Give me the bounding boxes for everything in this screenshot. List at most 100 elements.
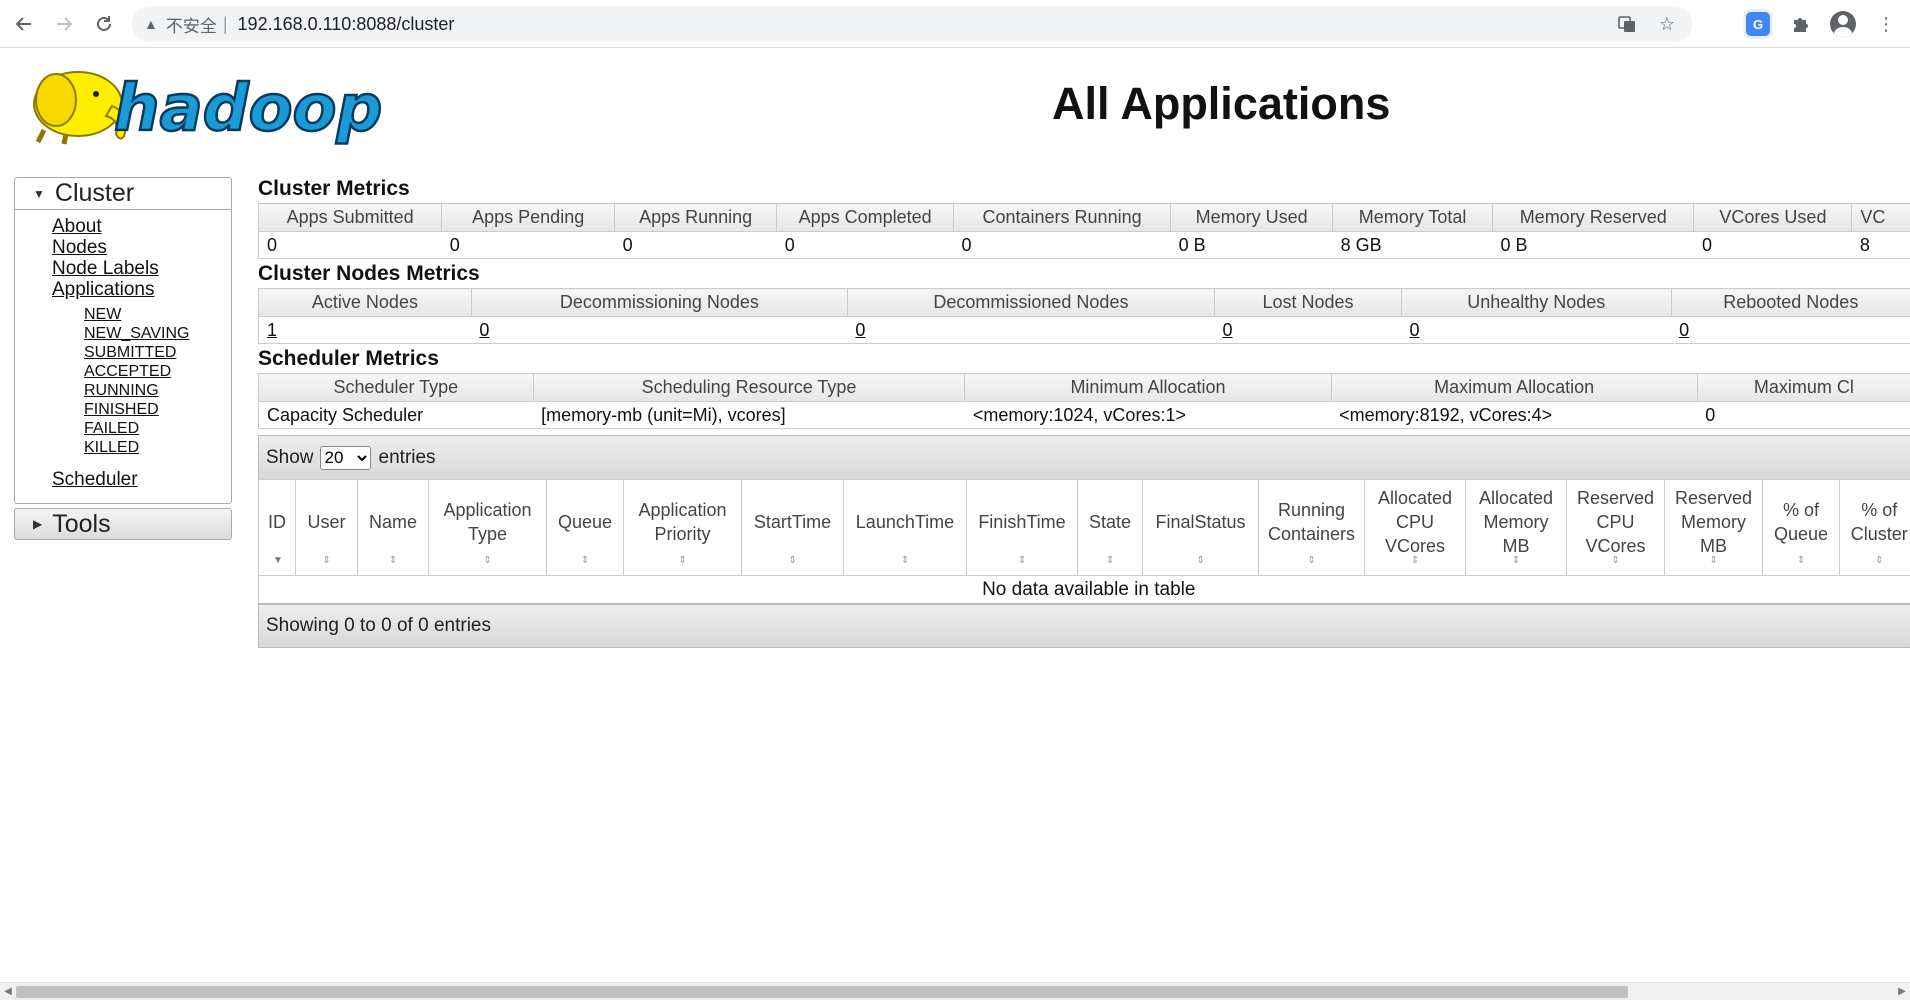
logo-wordmark: hadoop xyxy=(114,72,382,146)
nav-link-applications[interactable]: Applications xyxy=(15,279,231,300)
cluster-nav-panel: ▼ Cluster About Nodes Node Labels Applic… xyxy=(14,177,232,504)
col-apps-pending: Apps Pending xyxy=(441,203,616,232)
col-header-label: Application Type xyxy=(443,499,532,544)
nav-link-state-accepted[interactable]: ACCEPTED xyxy=(15,362,231,381)
scroll-right-icon[interactable]: ▶ xyxy=(1895,985,1909,999)
col-header-name[interactable]: Name ⇕ xyxy=(357,479,429,576)
url-text[interactable]: 192.168.0.110:8088/cluster xyxy=(238,14,455,35)
warning-icon: ▲ xyxy=(144,16,158,32)
link-decommissioned-nodes[interactable]: 0 xyxy=(855,320,865,340)
nav-link-state-failed[interactable]: FAILED xyxy=(15,419,231,438)
reload-button[interactable] xyxy=(84,4,124,44)
col-header-reserved-cpu-vcores[interactable]: Reserved CPU VCores ⇕ xyxy=(1566,479,1665,576)
value-memory-used: 0 B xyxy=(1170,231,1333,259)
bookmark-star-icon[interactable]: ☆ xyxy=(1656,13,1678,35)
nav-link-scheduler[interactable]: Scheduler xyxy=(15,469,231,490)
value-apps-pending: 0 xyxy=(441,231,615,259)
cluster-nav-header[interactable]: ▼ Cluster xyxy=(15,178,231,210)
sort-both-icon: ⇕ xyxy=(322,555,331,566)
value-apps-completed: 0 xyxy=(776,231,954,259)
col-header-allocated-memory-mb[interactable]: Allocated Memory MB ⇕ xyxy=(1465,479,1567,576)
col-header-running-containers[interactable]: Running Containers ⇕ xyxy=(1258,479,1365,576)
col-apps-submitted: Apps Submitted xyxy=(257,203,443,232)
scrollbar-thumb[interactable] xyxy=(16,986,1628,998)
sort-both-icon: ⇕ xyxy=(1411,555,1420,566)
col-header-allocated-cpu-vcores[interactable]: Allocated CPU VCores ⇕ xyxy=(1364,479,1466,576)
col-header-percent-of-cluster[interactable]: % of Cluster ⇕ xyxy=(1839,479,1910,576)
empty-table-message: No data available in table xyxy=(258,575,1910,604)
applications-table: ID ▼ User ⇕ Name ⇕ Application Type ⇕ Queue ⇕… xyxy=(258,479,1910,604)
col-header-label: Application Priority xyxy=(638,499,727,544)
link-rebooted-nodes[interactable]: 0 xyxy=(1679,320,1689,340)
main-content: Cluster Metrics Apps Submitted Apps Pend… xyxy=(257,175,1910,648)
forward-button[interactable] xyxy=(44,4,84,44)
col-memory-used: Memory Used xyxy=(1170,203,1334,232)
link-decommissioning-nodes[interactable]: 0 xyxy=(479,320,489,340)
col-header-label: FinishTime xyxy=(978,511,1066,532)
nav-link-state-finished[interactable]: FINISHED xyxy=(15,400,231,419)
triangle-right-icon: ▶ xyxy=(33,517,43,531)
col-header-user[interactable]: User ⇕ xyxy=(295,479,358,576)
col-header-queue[interactable]: Queue ⇕ xyxy=(546,479,624,576)
col-apps-running: Apps Running xyxy=(614,203,778,232)
col-minimum-allocation: Minimum Allocation xyxy=(964,373,1332,402)
nav-link-nodes[interactable]: Nodes xyxy=(15,237,231,258)
nav-link-node-labels[interactable]: Node Labels xyxy=(15,258,231,279)
col-header-label: LaunchTime xyxy=(855,511,955,532)
scroll-left-icon[interactable]: ◀ xyxy=(1,985,15,999)
link-active-nodes[interactable]: 1 xyxy=(267,320,277,340)
horizontal-scrollbar[interactable]: ◀ ▶ xyxy=(0,982,1910,1000)
sort-both-icon: ⇕ xyxy=(1797,555,1806,566)
nav-link-state-new[interactable]: NEW xyxy=(15,305,231,324)
profile-avatar-icon[interactable] xyxy=(1830,11,1856,37)
address-bar[interactable]: ▲ 不安全 | 192.168.0.110:8088/cluster ☆ xyxy=(132,6,1692,42)
nav-link-about[interactable]: About xyxy=(15,216,231,237)
translate-page-icon[interactable] xyxy=(1616,13,1638,35)
col-header-label: User xyxy=(307,511,346,532)
tools-nav-label: Tools xyxy=(52,509,111,538)
col-vcores-used: VCores Used xyxy=(1693,203,1853,232)
page-title: All Applications xyxy=(1052,78,1391,129)
col-header-finalstatus[interactable]: FinalStatus ⇕ xyxy=(1142,479,1259,576)
sort-both-icon: ⇕ xyxy=(1512,555,1521,566)
col-header-starttime[interactable]: StartTime ⇕ xyxy=(741,479,844,576)
col-header-percent-of-queue[interactable]: % of Queue ⇕ xyxy=(1762,479,1840,576)
col-header-application-priority[interactable]: Application Priority ⇕ xyxy=(623,479,742,576)
sort-both-icon: ⇕ xyxy=(1611,555,1620,566)
col-header-state[interactable]: State ⇕ xyxy=(1077,479,1143,576)
table-info-text: Showing 0 to 0 of 0 entries xyxy=(266,615,491,636)
browser-toolbar: ▲ 不安全 | 192.168.0.110:8088/cluster ☆ G ⋮ xyxy=(0,0,1910,48)
sort-both-icon: ⇕ xyxy=(581,555,590,566)
col-maximum-allocation: Maximum Allocation xyxy=(1330,373,1698,402)
col-header-id[interactable]: ID ▼ xyxy=(258,479,296,576)
col-header-label: ID xyxy=(268,511,286,532)
nav-link-state-killed[interactable]: KILLED xyxy=(15,438,231,457)
nav-link-state-running[interactable]: RUNNING xyxy=(15,381,231,400)
link-unhealthy-nodes[interactable]: 0 xyxy=(1409,320,1419,340)
value-vcores-used: 0 xyxy=(1693,231,1852,259)
col-header-launchtime[interactable]: LaunchTime ⇕ xyxy=(843,479,967,576)
elephant-icon xyxy=(33,71,128,145)
extensions-puzzle-icon[interactable] xyxy=(1786,10,1814,38)
tools-nav-header[interactable]: ▶ Tools xyxy=(14,508,232,540)
nav-link-state-new-saving[interactable]: NEW_SAVING xyxy=(15,324,231,343)
back-button[interactable] xyxy=(4,4,44,44)
sort-both-icon: ⇕ xyxy=(1875,555,1884,566)
col-header-finishtime[interactable]: FinishTime ⇕ xyxy=(966,479,1078,576)
sort-both-icon: ⇕ xyxy=(788,555,797,566)
show-label: Show xyxy=(266,446,314,468)
link-lost-nodes[interactable]: 0 xyxy=(1222,320,1232,340)
translate-extension-icon[interactable]: G xyxy=(1746,12,1770,36)
nav-link-state-submitted[interactable]: SUBMITTED xyxy=(15,343,231,362)
col-header-reserved-memory-mb[interactable]: Reserved Memory MB ⇕ xyxy=(1664,479,1763,576)
arrow-right-icon xyxy=(57,17,73,31)
col-header-application-type[interactable]: Application Type ⇕ xyxy=(428,479,547,576)
scheduler-metrics-title: Scheduler Metrics xyxy=(258,347,439,370)
page-size-select[interactable]: 10 20 50 100 xyxy=(319,445,371,470)
value-maximum-allocation: <memory:8192, vCores:4> xyxy=(1331,401,1698,429)
value-memory-reserved: 0 B xyxy=(1492,231,1694,259)
menu-kebab-icon[interactable]: ⋮ xyxy=(1872,10,1900,38)
col-header-label: Queue xyxy=(557,511,613,532)
value-scheduler-type: Capacity Scheduler xyxy=(258,401,534,429)
sort-both-icon: ⇕ xyxy=(1018,555,1027,566)
